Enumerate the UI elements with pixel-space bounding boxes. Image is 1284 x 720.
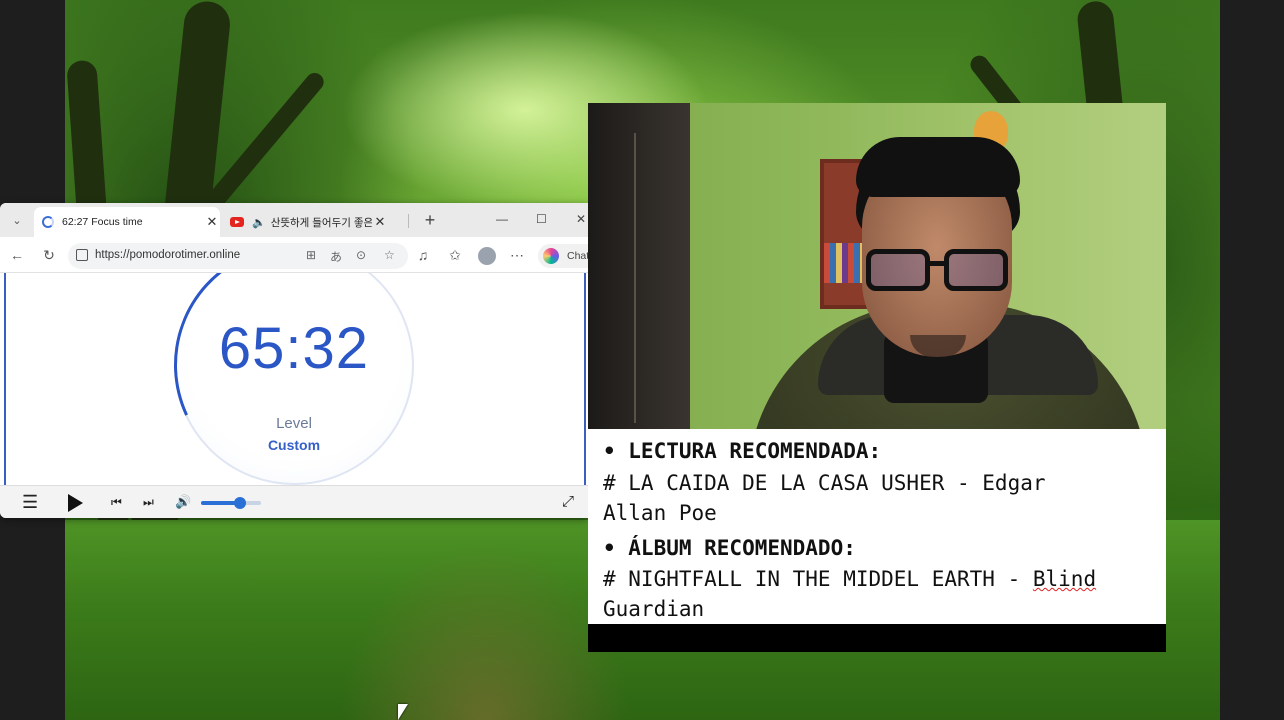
refresh-icon[interactable]: ↻ (40, 246, 58, 264)
copilot-button[interactable]: Chat (538, 244, 588, 268)
tab-separator (408, 214, 409, 228)
album-artist: Guardian (603, 597, 705, 621)
recommendations-panel: • LECTURA RECOMENDADA: # LA CAIDA DE LA … (588, 429, 1166, 624)
tab-title: 62:27 Focus time (62, 216, 143, 228)
album-header: • ÁLBUM RECOMENDADO: (603, 536, 856, 560)
next-track-icon[interactable]: ⏭ (143, 493, 154, 511)
loading-spinner-icon (42, 216, 54, 228)
fullscreen-icon[interactable]: ⤢ (562, 493, 574, 511)
album-title-text: # NIGHTFALL IN THE MIDDEL EARTH - (603, 567, 1033, 591)
volume-slider-knob[interactable] (234, 497, 246, 509)
level-label: Level (276, 415, 312, 432)
album-title: # NIGHTFALL IN THE MIDDEL EARTH - Blind (603, 567, 1096, 591)
glasses (866, 249, 1010, 293)
close-window-icon[interactable]: ✕ (576, 212, 586, 226)
favorite-star-icon[interactable]: ☆ (384, 248, 395, 262)
youtube-icon (230, 217, 244, 227)
more-actions-icon[interactable]: ⊙ (356, 248, 366, 262)
previous-track-icon[interactable]: ⏮ (111, 493, 122, 511)
translate-icon[interactable]: あ (330, 248, 342, 265)
maximize-icon[interactable]: ☐ (536, 212, 547, 226)
app-available-icon[interactable]: ⊞ (306, 248, 316, 262)
minimize-icon[interactable]: — (496, 212, 508, 226)
copilot-icon (543, 248, 559, 264)
reading-title: # LA CAIDA DE LA CASA USHER - Edgar (603, 471, 1046, 495)
browser-toolbar: ← ↻ https://pomodorotimer.online ⊞ あ ⊙ ☆… (0, 237, 588, 273)
timer-display: 65:32 (218, 316, 370, 381)
back-arrow-icon[interactable]: ← (8, 246, 26, 264)
media-control-icon[interactable]: ♫ (414, 246, 432, 264)
reading-author: Allan Poe (603, 501, 717, 525)
viewport-border (584, 273, 586, 485)
play-icon[interactable] (68, 494, 83, 512)
wardrobe (588, 103, 690, 429)
album-artist-word: Blind (1032, 567, 1097, 591)
tab-bar: ⌄ 62:27 Focus time ✕ 🔈 산뜻하게 들어두기 좋은 ✕ + … (0, 203, 588, 237)
speaker-icon[interactable]: 🔈 (252, 216, 266, 229)
captions-footer-bar (588, 624, 1166, 652)
tab-list-chevron-icon[interactable]: ⌄ (8, 212, 26, 230)
page-viewport: 65:32 Level Custom (0, 273, 588, 485)
mouse-pointer-icon (398, 704, 408, 720)
settings-more-icon[interactable]: ⋯ (508, 246, 526, 264)
close-tab-icon[interactable]: ✕ (372, 214, 388, 230)
media-player-bar: ☰ ⏮ ⏭ 🔊 ⤢ (0, 485, 588, 518)
level-value[interactable]: Custom (174, 437, 414, 453)
address-url: https://pomodorotimer.online (95, 249, 241, 261)
profile-avatar[interactable] (478, 247, 496, 265)
tab-focus-time[interactable]: 62:27 Focus time ✕ (34, 207, 220, 237)
new-tab-plus-icon[interactable]: + (420, 211, 440, 231)
close-tab-icon[interactable]: ✕ (204, 214, 220, 230)
webcam-feed (588, 103, 1166, 429)
tab-title: 산뜻하게 들어두기 좋은 (270, 216, 372, 229)
menu-hamburger-icon[interactable]: ☰ (22, 493, 38, 511)
reading-header: • LECTURA RECOMENDADA: (603, 439, 882, 463)
address-bar[interactable]: https://pomodorotimer.online ⊞ あ ⊙ ☆ (68, 243, 408, 269)
viewport-border (4, 273, 6, 485)
browser-window: ⌄ 62:27 Focus time ✕ 🔈 산뜻하게 들어두기 좋은 ✕ + … (0, 203, 588, 518)
site-info-icon[interactable] (76, 249, 88, 261)
volume-icon[interactable]: 🔊 (175, 493, 191, 511)
copilot-label: Chat (567, 250, 588, 262)
tab-youtube[interactable]: 🔈 산뜻하게 들어두기 좋은 ✕ (224, 207, 388, 237)
person-hair-top (856, 137, 1020, 197)
favorites-icon[interactable]: ✩ (446, 246, 464, 264)
